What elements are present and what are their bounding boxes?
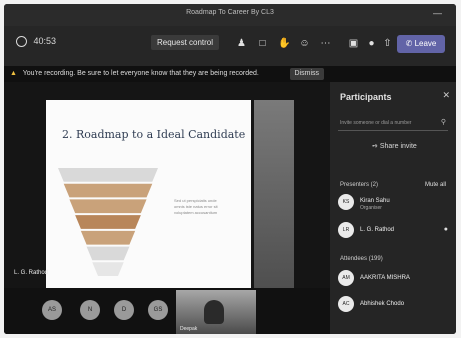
slide-notes: Sed ut perspiciatis unde omnis iste natu…: [174, 198, 218, 215]
attendees-header[interactable]: Attendees (199): [340, 256, 383, 262]
leave-label: Leave: [414, 39, 437, 48]
participant-video-person: [204, 300, 224, 324]
participant-name: L. G. Rathod: [360, 227, 395, 233]
funnel-layer: [75, 215, 141, 229]
meeting-window: Roadmap To Career By CL3 — 40:53 Request…: [4, 4, 456, 334]
avatar: AC: [338, 296, 354, 312]
participant-name: Abhishek Chodo: [360, 301, 405, 307]
participant-avatar[interactable]: D: [114, 300, 134, 320]
participants-panel: Participants ✕ Invite someone or dial a …: [330, 82, 456, 334]
participant-role: Organiser: [360, 205, 382, 211]
funnel-layer: [58, 168, 158, 182]
avatar: LR: [338, 222, 354, 238]
participant-row[interactable]: AC Abhishek Chodo: [338, 296, 450, 314]
funnel-graphic: [58, 168, 158, 276]
raise-hand-icon[interactable]: ✋: [278, 38, 290, 49]
funnel-layer: [69, 199, 147, 214]
stage-side-video: [254, 100, 294, 292]
meeting-toolbar: 40:53 Request control ♟ □ ✋ ☺ ⋯ ▣ ● ⇧ ✆ …: [4, 26, 456, 66]
participant-row[interactable]: KS Kiran Sahu Organiser: [338, 194, 450, 212]
funnel-layer: [63, 183, 153, 198]
mute-all-button[interactable]: Mute all: [425, 182, 446, 188]
funnel-layer: [92, 262, 124, 276]
share-invite-icon: ➺: [372, 143, 378, 150]
invite-search-input[interactable]: Invite someone or dial a number ⚲: [338, 116, 448, 131]
more-icon[interactable]: ⋯: [320, 38, 331, 49]
participants-icon[interactable]: ♟: [236, 38, 247, 49]
presenters-header[interactable]: Presenters (2): [340, 182, 378, 188]
participant-avatar[interactable]: GS: [148, 300, 168, 320]
participant-avatar[interactable]: N: [80, 300, 100, 320]
participant-name: Kiran Sahu: [360, 198, 390, 204]
clock-icon: [16, 36, 27, 48]
window-title: Roadmap To Career By CL3: [186, 9, 274, 16]
mic-icon: ●: [443, 226, 448, 233]
participant-strip: AS N D GS Deepak: [4, 288, 330, 334]
dismiss-button[interactable]: Dismiss: [289, 68, 324, 80]
share-invite-label: Share invite: [379, 143, 417, 150]
panel-title: Participants: [340, 92, 392, 102]
presentation-stage: 2. Roadmap to a Ideal Candidate Sed ut p…: [4, 82, 330, 334]
recording-notice: ▲ You're recording. Be sure to let every…: [4, 66, 456, 82]
funnel-layer: [80, 230, 136, 245]
camera-icon[interactable]: ▣: [348, 38, 359, 49]
minimize-icon[interactable]: —: [433, 8, 442, 18]
share-icon[interactable]: ⇧: [382, 38, 393, 49]
share-invite-button[interactable]: ➺ Share invite: [372, 142, 417, 150]
title-bar: Roadmap To Career By CL3 —: [4, 4, 456, 26]
video-tile-name: Deepak: [180, 326, 198, 332]
participant-name: AAKRITA MISHRA: [360, 275, 410, 281]
chat-icon[interactable]: □: [257, 38, 268, 49]
participant-row[interactable]: AM AAKRITA MISHRA: [338, 270, 450, 288]
meeting-timer: 40:53: [16, 36, 57, 48]
leave-button[interactable]: ✆ Leave: [397, 35, 445, 53]
search-placeholder: Invite someone or dial a number: [340, 120, 412, 126]
slide-title: 2. Roadmap to a Ideal Candidate: [62, 128, 246, 141]
participant-avatar[interactable]: AS: [42, 300, 62, 320]
request-control-button[interactable]: Request control: [151, 35, 220, 50]
search-icon: ⚲: [440, 119, 446, 126]
shared-slide: 2. Roadmap to a Ideal Candidate Sed ut p…: [46, 100, 251, 292]
mic-icon[interactable]: ●: [366, 38, 377, 49]
recording-notice-text: You're recording. Be sure to let everyon…: [22, 70, 259, 77]
participant-row[interactable]: LR L. G. Rathod ●: [338, 222, 450, 240]
avatar: AM: [338, 270, 354, 286]
phone-icon: ✆: [405, 39, 413, 48]
warning-icon: ▲: [10, 70, 17, 77]
presenter-name: L. G. Rathod: [14, 270, 49, 276]
timer-value: 40:53: [33, 36, 57, 46]
close-icon[interactable]: ✕: [442, 90, 450, 101]
avatar: KS: [338, 194, 354, 210]
funnel-layer: [86, 246, 130, 261]
participant-video-tile[interactable]: Deepak: [176, 290, 256, 334]
reactions-icon[interactable]: ☺: [299, 38, 310, 49]
